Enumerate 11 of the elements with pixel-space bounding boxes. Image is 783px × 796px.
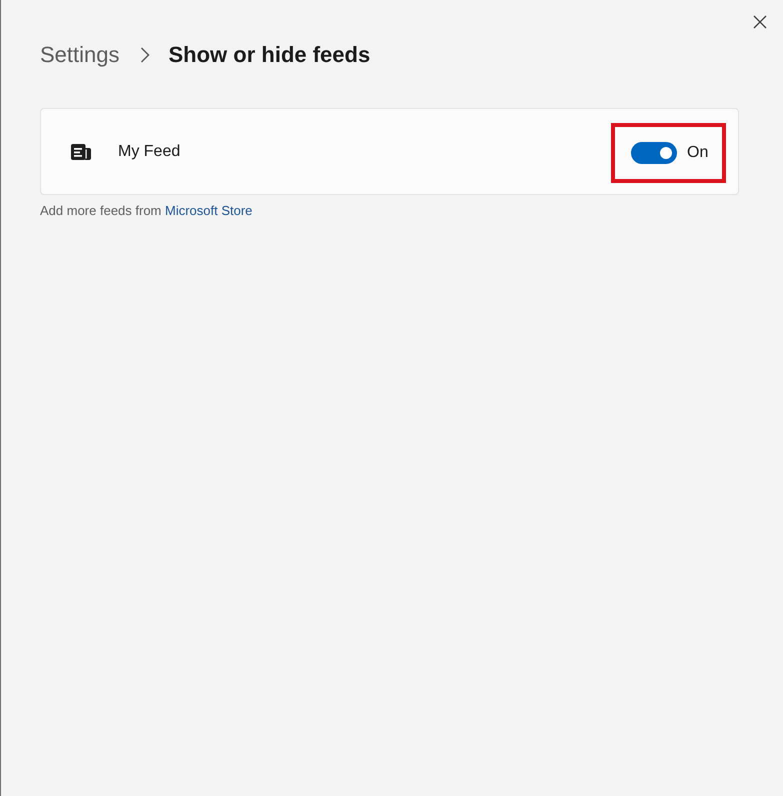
breadcrumb-link[interactable]: Settings [40, 40, 120, 70]
toggle-switch[interactable] [631, 142, 677, 164]
chevron-right-icon [140, 47, 150, 63]
store-hint-text: Add more feeds from Microsoft Store [40, 202, 254, 219]
feed-name: My Feed [118, 142, 182, 160]
close-icon [753, 15, 767, 29]
page-title: Show or hide feeds [168, 41, 370, 69]
newspaper-icon [71, 142, 91, 160]
close-button[interactable] [753, 15, 767, 29]
toggle-state-label: On [687, 144, 708, 162]
microsoft-store-link[interactable]: Microsoft Store [165, 203, 252, 218]
